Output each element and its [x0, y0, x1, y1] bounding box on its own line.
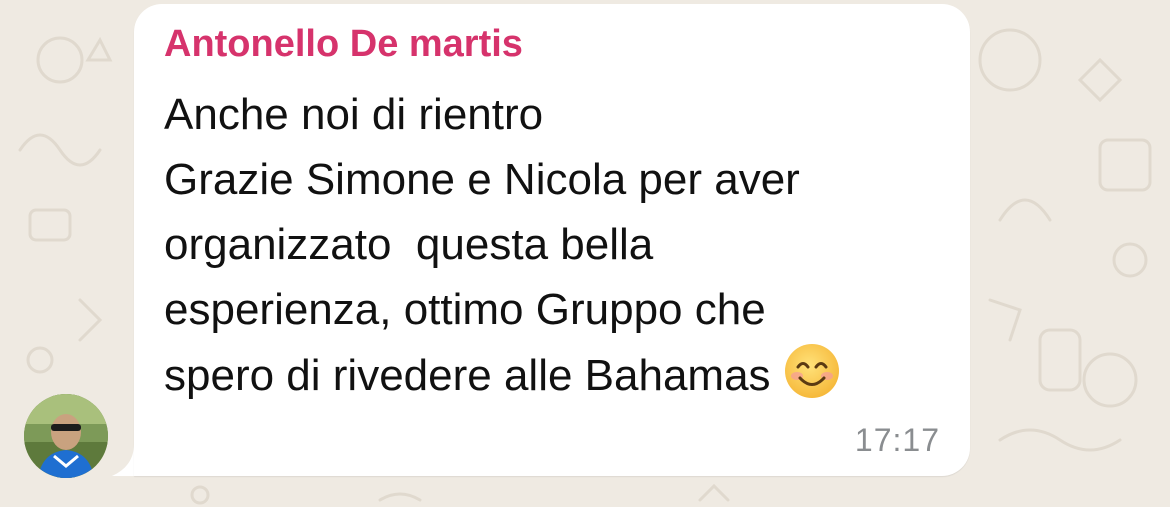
message-line: Grazie Simone e Nicola per aver	[164, 155, 800, 204]
smiling-face-icon	[783, 342, 841, 400]
message-timestamp: 17:17	[854, 422, 940, 458]
message-line: esperienza, ottimo Gruppo che	[164, 285, 766, 334]
message-line-last: spero di rivedere alle Bahamas	[164, 342, 964, 408]
avatar[interactable]	[24, 394, 108, 478]
sender-name[interactable]: Antonello De martis	[164, 22, 523, 66]
message-line: Anche noi di rientro	[164, 90, 544, 139]
message-line: organizzato questa bella	[164, 220, 654, 269]
message-line-text: spero di rivedere alle Bahamas	[164, 351, 771, 400]
message-text: Anche noi di rientro Grazie Simone e Nic…	[164, 82, 964, 408]
message-bubble[interactable]: Antonello De martis Anche noi di rientro…	[134, 4, 970, 476]
